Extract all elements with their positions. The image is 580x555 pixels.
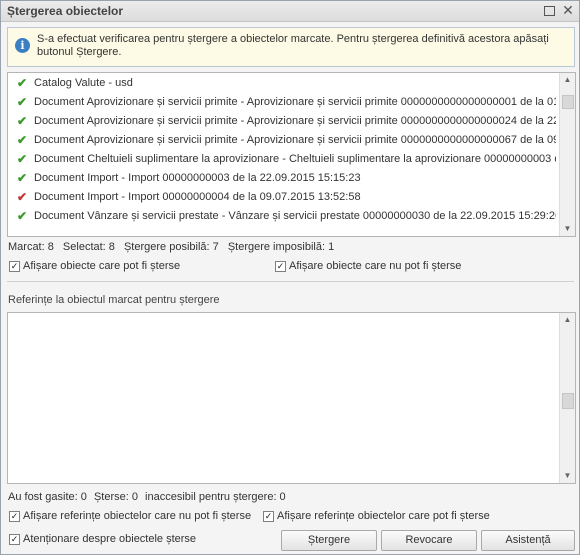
maximize-icon[interactable] [541, 3, 557, 18]
list-item[interactable]: ✔ Catalog Valute - usd [8, 75, 556, 93]
list-item-label: Catalog Valute - usd [34, 77, 133, 89]
list-item-label: Document Vânzare și servicii prestate - … [34, 210, 556, 222]
info-icon: i [15, 38, 30, 53]
check-icon: ✔ [17, 114, 28, 128]
checkbox-icon[interactable]: ✓ [9, 511, 20, 522]
list-item[interactable]: ✔ Document Import - Import 00000000004 d… [8, 189, 556, 207]
list-item[interactable]: ✔ Document Aprovizionare și servicii pri… [8, 94, 556, 112]
references-list[interactable]: ▲ ▼ [7, 312, 576, 484]
objects-list[interactable]: ✔ Catalog Valute - usd ✔ Document Aprovi… [7, 72, 576, 237]
info-text: S-a efectuat verificarea pentru ștergere… [37, 33, 549, 58]
list-item-label: Document Aprovizionare și servicii primi… [34, 115, 556, 127]
list-item[interactable]: ✔ Document Aprovizionare și servicii pri… [8, 113, 556, 131]
close-icon[interactable]: ✕ [560, 3, 576, 18]
deletion-dialog: Ștergerea obiectelor ✕ i S-a efectuat ve… [0, 0, 580, 555]
checkbox-icon[interactable]: ✓ [263, 511, 274, 522]
list-scrollbar[interactable]: ▲ ▼ [559, 73, 575, 236]
list-item-label: Document Cheltuieli suplimentare la apro… [34, 153, 556, 165]
title-bar: Ștergerea obiectelor ✕ [1, 1, 579, 22]
scroll-thumb[interactable] [562, 95, 574, 109]
references-label: Referințe la obiectul marcat pentru șter… [8, 294, 220, 306]
list-item[interactable]: ✔ Document Vânzare și servicii prestate … [8, 208, 556, 226]
deleted-count: Șterse: 0 [93, 491, 138, 503]
inaccessible-count: inaccesibil pentru ștergere: 0 [145, 491, 286, 503]
selected-count: Selectat: 8 [62, 241, 115, 253]
check-icon: ✔ [17, 76, 28, 90]
cancel-button[interactable]: Revocare [381, 530, 477, 551]
check-icon: ✔ [17, 171, 28, 185]
check-icon: ✔ [17, 95, 28, 109]
marked-count: Marcat: 8 [8, 241, 54, 253]
scroll-down-icon[interactable]: ▼ [560, 222, 575, 236]
scroll-thumb[interactable] [562, 393, 574, 409]
check-icon: ✔ [17, 190, 28, 204]
divider [7, 281, 574, 282]
list-item-label: Document Aprovizionare și servicii primi… [34, 96, 556, 108]
window-title: Ștergerea obiectelor [7, 4, 124, 18]
check-icon: ✔ [17, 133, 28, 147]
check-icon: ✔ [17, 209, 28, 223]
checkbox-label: Afișare obiecte care nu pot fi șterse [289, 260, 462, 272]
list-item[interactable]: ✔ Document Aprovizionare și servicii pri… [8, 132, 556, 150]
checkbox-label: Afișare referințe obiectelor care pot fi… [277, 510, 490, 522]
found-line: Au fost gasite: 0 Șterse: 0 inaccesibil … [8, 491, 290, 503]
checkbox-label: Afișare referințe obiectelor care nu pot… [23, 510, 252, 522]
stats-line: Marcat: 8 Selectat: 8 Ștergere posibilă:… [8, 241, 340, 253]
scroll-down-icon[interactable]: ▼ [560, 469, 575, 483]
checkbox-icon[interactable]: ✓ [9, 261, 20, 272]
list-item-label: Document Import - Import 00000000003 de … [34, 172, 361, 184]
possible-count: Ștergere posibilă: 7 [123, 241, 219, 253]
checkbox-icon[interactable]: ✓ [9, 534, 20, 545]
list-item-label: Document Aprovizionare și servicii primi… [34, 134, 556, 146]
scroll-up-icon[interactable]: ▲ [560, 73, 575, 87]
list-item[interactable]: ✔ Document Import - Import 00000000003 d… [8, 170, 556, 188]
scroll-up-icon[interactable]: ▲ [560, 313, 575, 327]
check-icon: ✔ [17, 152, 28, 166]
checkbox-label: Atenționare despre obiectele șterse [23, 533, 197, 545]
impossible-count: Ștergere imposibilă: 1 [227, 241, 335, 253]
info-message: i S-a efectuat verificarea pentru șterge… [7, 27, 575, 67]
found-count: Au fost gasite: 0 [8, 491, 87, 503]
help-button[interactable]: Asistență [481, 530, 575, 551]
list-item-label: Document Import - Import 00000000004 de … [34, 191, 361, 203]
checkbox-icon[interactable]: ✓ [275, 261, 286, 272]
checkbox-label: Afișare obiecte care pot fi șterse [23, 260, 181, 272]
delete-button[interactable]: Ștergere [281, 530, 377, 551]
references-scrollbar[interactable]: ▲ ▼ [559, 313, 575, 483]
list-item[interactable]: ✔ Document Cheltuieli suplimentare la ap… [8, 151, 556, 169]
